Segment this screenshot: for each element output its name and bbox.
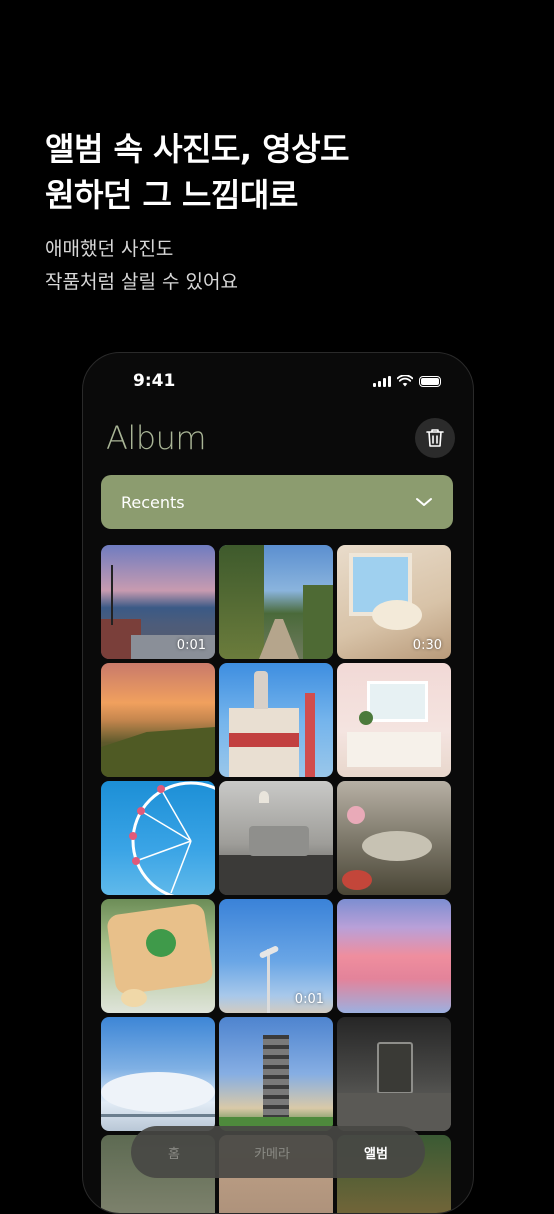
wifi-icon [397,375,413,387]
photo-thumbnail[interactable] [101,781,215,895]
photo-thumbnail[interactable] [337,1017,451,1131]
photo-thumbnail[interactable] [337,781,451,895]
battery-icon [419,375,441,387]
photo-thumbnail[interactable] [219,781,333,895]
photo-thumbnail[interactable] [219,545,333,659]
subheadline-line: 애매했던 사진도 [45,238,174,260]
photo-thumbnail[interactable] [101,899,215,1013]
tab-album[interactable]: 앨범 [364,1143,388,1162]
photo-thumbnail[interactable] [101,663,215,777]
bottom-tab-bar: 홈 카메라 앨범 [131,1126,425,1178]
photo-thumbnail[interactable]: 0:01 [101,545,215,659]
photo-thumbnail[interactable]: 0:01 [219,899,333,1013]
phone-mockup: 9:41 Album Recents 0:01 0:30 0:01 [82,352,474,1214]
signal-icon [373,375,391,387]
photo-thumbnail[interactable] [337,663,451,777]
album-title: Album [106,419,207,457]
subheadline-line: 작품처럼 살릴 수 있어요 [45,271,238,293]
video-duration: 0:30 [412,638,442,653]
subheadline: 애매했던 사진도 작품처럼 살릴 수 있어요 [45,233,238,299]
photo-grid: 0:01 0:30 0:01 [101,545,455,1213]
status-time: 9:41 [133,371,176,391]
chevron-down-icon [416,498,432,506]
headline-line: 원하던 그 느낌대로 [45,176,298,214]
headline-line: 앨범 속 사진도, 영상도 [45,130,350,168]
video-duration: 0:01 [176,638,206,653]
photo-thumbnail[interactable] [337,899,451,1013]
album-selector-label: Recents [121,492,185,512]
status-icons [373,375,441,387]
photo-thumbnail[interactable] [101,1017,215,1131]
album-selector-dropdown[interactable]: Recents [101,475,453,529]
delete-button[interactable] [415,418,455,458]
headline: 앨범 속 사진도, 영상도 원하던 그 느낌대로 [45,126,350,218]
photo-thumbnail[interactable] [219,663,333,777]
video-duration: 0:01 [294,992,324,1007]
tab-camera[interactable]: 카메라 [254,1143,290,1162]
trash-icon [426,429,444,447]
photo-thumbnail[interactable]: 0:30 [337,545,451,659]
photo-thumbnail[interactable] [219,1017,333,1131]
tab-home[interactable]: 홈 [168,1143,180,1162]
